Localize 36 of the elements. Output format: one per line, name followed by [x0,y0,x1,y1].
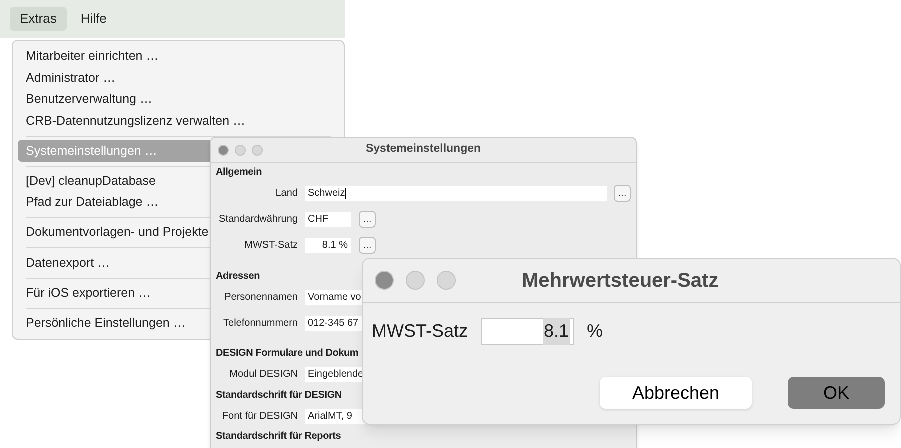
menu-item[interactable]: CRB-Datennutzungslizenz verwalten … [13,110,344,132]
field-label: Modul DESIGN [228,368,298,382]
text-field[interactable]: 8.1 % [305,238,351,252]
window-control-icon[interactable] [218,144,229,156]
ok-button[interactable]: OK [788,377,885,409]
text-field[interactable]: Schweiz [305,186,607,200]
field-label: Telefonnummern [222,316,298,330]
section-heading: Allgemein [216,166,262,180]
menu-bar-item[interactable]: Hilfe [70,7,117,31]
field-label: Standardwährung [218,212,298,226]
window-control-icon[interactable] [252,144,263,156]
field-label: MWST-Satz [244,238,298,252]
section-heading: Adressen [216,270,260,284]
cancel-button[interactable]: Abbrechen [600,377,752,409]
field-label: Land [274,186,298,200]
window-title: Systemeinstellungen [366,142,482,158]
field-label: Personennamen [224,290,298,304]
window-control-icon[interactable] [406,271,425,290]
window-control-icon[interactable] [437,271,456,290]
percentage-field[interactable]: 8.1 [481,318,574,344]
dialog-title: Mehrwertsteuer-Satz [522,268,719,294]
window-control-icon[interactable] [375,271,394,290]
section-heading: Standardschrift für DESIGN [216,389,342,403]
menu-item[interactable]: Mitarbeiter einrichten … [13,46,344,68]
browse-button[interactable]: … [614,184,631,202]
browse-button[interactable]: … [359,236,376,254]
window-control-icon[interactable] [235,144,246,156]
menu-bar-item[interactable]: Extras [10,7,67,31]
text-field[interactable]: CHF [305,212,351,226]
section-heading: Standardschrift für Reports [216,430,342,444]
unit-label: % [587,320,604,342]
browse-button[interactable]: … [359,210,376,228]
menu-item[interactable]: Benutzerverwaltung … [13,88,344,110]
field-label: Font für DESIGN [221,410,298,424]
menu-item[interactable]: Administrator … [13,67,344,89]
section-heading: DESIGN Formulare und Dokum [216,347,359,361]
